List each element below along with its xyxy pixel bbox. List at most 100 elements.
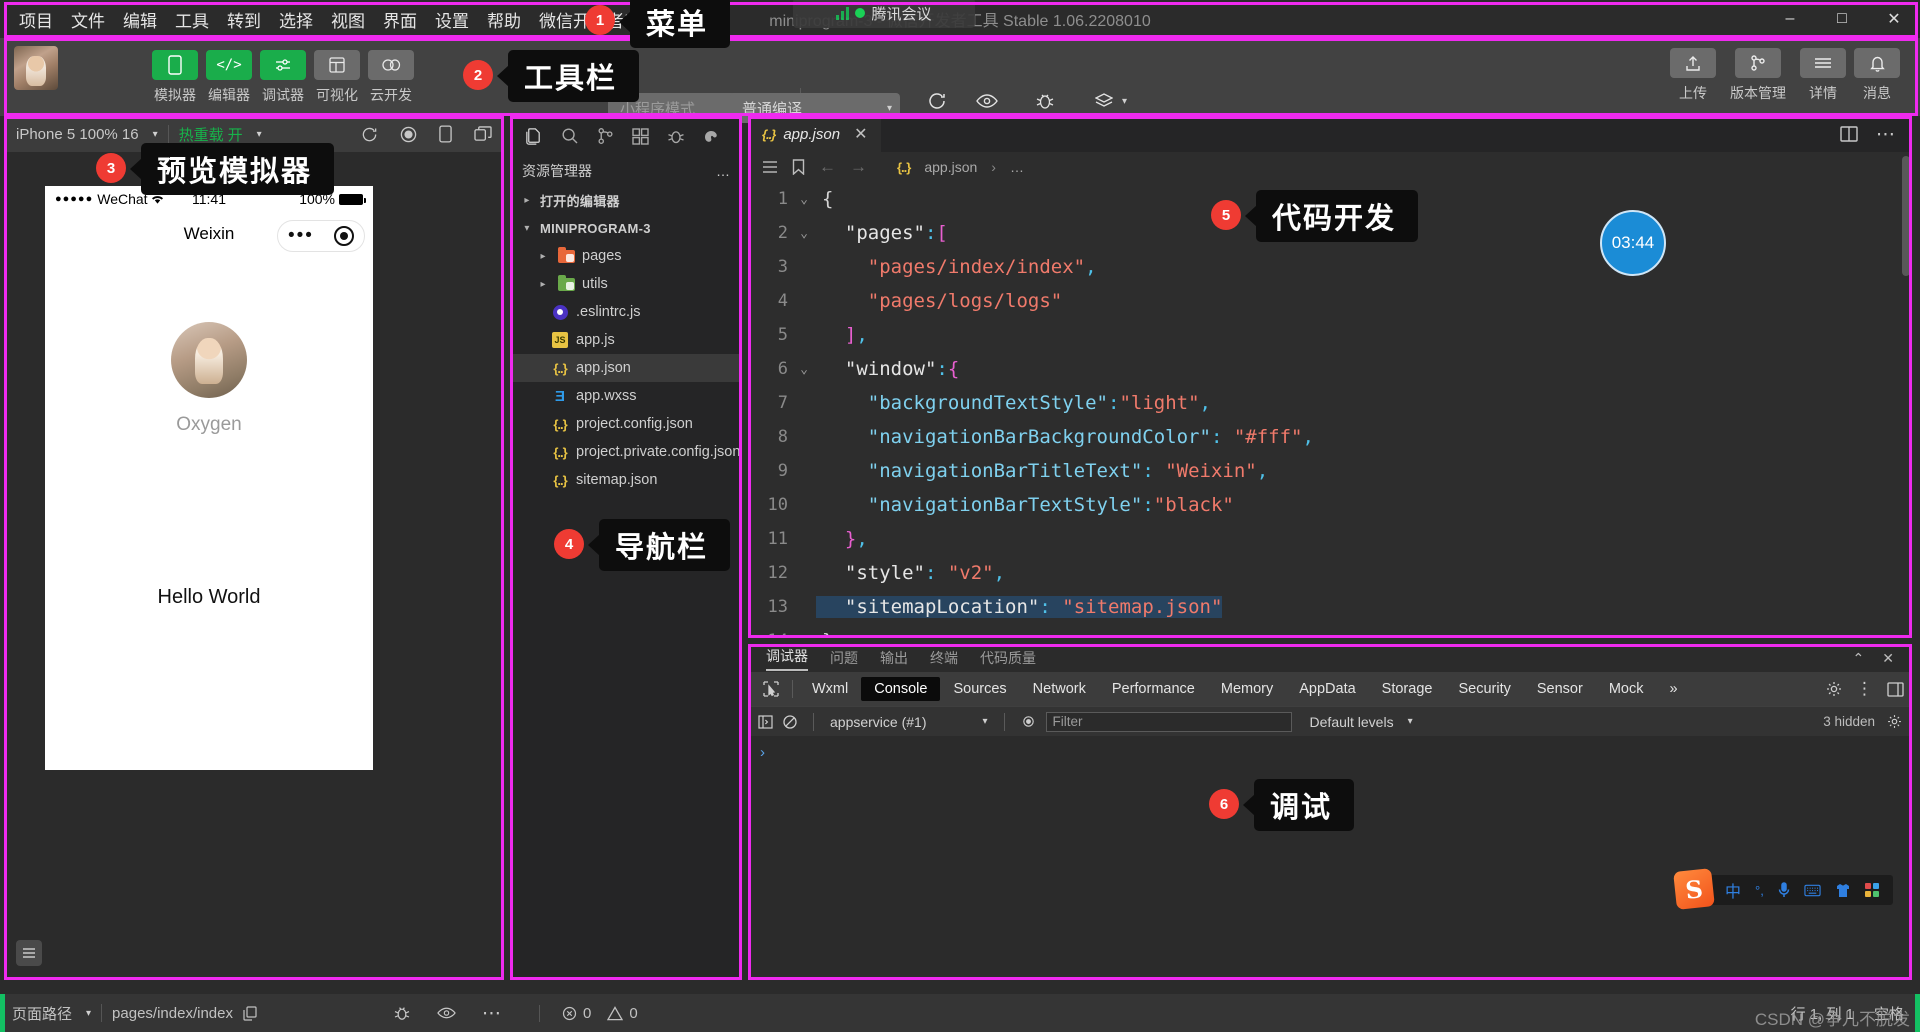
code-line[interactable]: 14} <box>748 624 1912 638</box>
debug-icon[interactable] <box>667 128 685 145</box>
source-control-icon[interactable] <box>597 127 614 145</box>
menu-goto[interactable]: 转到 <box>218 3 270 36</box>
skin-icon[interactable] <box>1835 883 1851 898</box>
devtools-tab-appdata[interactable]: AppData <box>1286 677 1368 701</box>
outline-icon[interactable] <box>762 160 778 174</box>
panel-tab-output[interactable]: 输出 <box>880 648 908 668</box>
mic-icon[interactable] <box>1778 882 1790 898</box>
code-line[interactable]: 11 }, <box>748 522 1912 556</box>
encoding-label[interactable]: 空格 <box>1874 1003 1904 1024</box>
code-line[interactable]: 4 "pages/logs/logs" <box>748 284 1912 318</box>
phone-screen[interactable]: ●●●●● WeChat 11:41 100% Weixin ••• Oxyge… <box>45 186 373 770</box>
devtools-tab-sensor[interactable]: Sensor <box>1524 677 1596 701</box>
hot-reload-toggle[interactable]: 热重载 开 ▾ <box>179 124 262 145</box>
devtools-tab-console[interactable]: Console <box>861 677 941 701</box>
device-select[interactable]: iPhone 5 100% 16 ▾ <box>16 126 158 143</box>
problems-indicator[interactable]: 0 0 <box>538 1004 638 1022</box>
maximize-button[interactable]: □ <box>1816 0 1868 38</box>
panel-tab-quality[interactable]: 代码质量 <box>980 648 1036 668</box>
refresh-icon[interactable] <box>361 126 378 143</box>
devtools-tab-overflow[interactable]: » <box>1656 677 1690 701</box>
clear-console-icon[interactable] <box>783 714 797 729</box>
dock-icon[interactable] <box>1887 681 1904 697</box>
plugin-icon[interactable] <box>703 128 721 145</box>
ime-toolbar[interactable]: S 中 °, <box>1673 868 1893 910</box>
more-icon[interactable]: ⋯ <box>1876 123 1896 146</box>
tree-item-app-js[interactable]: JS app.js <box>510 326 742 354</box>
close-icon[interactable]: ✕ <box>854 124 867 144</box>
sogou-logo-icon[interactable]: S <box>1673 868 1715 910</box>
code-editor[interactable]: 1 ⌄{2 ⌄ "pages":[3 "pages/index/index", 4 "… <box>748 182 1912 638</box>
tree-item-app-wxss[interactable]: Ǝ app.wxss <box>510 382 742 410</box>
eye-icon[interactable] <box>1021 715 1036 728</box>
tree-section-open-editors[interactable]: ▸ 打开的编辑器 <box>510 186 742 214</box>
capsule-buttons[interactable]: ••• <box>277 220 365 252</box>
code-line[interactable]: 6 ⌄ "window":{ <box>748 352 1912 386</box>
code-line[interactable]: 8 "navigationBarBackgroundColor": "#fff"… <box>748 420 1912 454</box>
fold-chevron-icon[interactable]: ⌄ <box>792 192 816 207</box>
devtools-tab-network[interactable]: Network <box>1020 677 1099 701</box>
ime-mode-chinese[interactable]: 中 <box>1725 878 1741 902</box>
toolbar-button-debugger[interactable]: 调试器 <box>260 50 306 105</box>
eye-icon[interactable] <box>437 1006 456 1020</box>
devtools-tab-security[interactable]: Security <box>1445 677 1523 701</box>
code-line[interactable]: 7 "backgroundTextStyle":"light", <box>748 386 1912 420</box>
apps-icon[interactable] <box>1864 883 1881 897</box>
menu-edit[interactable]: 编辑 <box>114 3 166 36</box>
forward-arrow-icon[interactable]: → <box>850 157 867 177</box>
breadcrumb-file[interactable]: app.json <box>924 159 977 175</box>
console-filter-input[interactable]: Filter <box>1045 711 1292 732</box>
toolbar-button-simulator[interactable]: 模拟器 <box>152 50 198 105</box>
avatar[interactable] <box>14 46 58 90</box>
devtools-tab-performance[interactable]: Performance <box>1099 677 1208 701</box>
code-line[interactable]: 10 "navigationBarTextStyle":"black" <box>748 488 1912 522</box>
console-context-select[interactable]: appservice (#1) ▾ <box>830 714 988 730</box>
tree-item-project-config[interactable]: {..} project.config.json <box>510 410 742 438</box>
gear-icon[interactable] <box>1826 681 1842 697</box>
menu-view[interactable]: 视图 <box>322 3 374 36</box>
fold-chevron-icon[interactable]: ⌄ <box>792 362 816 377</box>
bookmark-icon[interactable] <box>792 159 805 175</box>
close-icon[interactable]: ✕ <box>1882 650 1894 667</box>
tree-item-app-json[interactable]: {..} app.json <box>510 354 742 382</box>
page-path-select[interactable]: 页面路径 ▾ <box>12 1003 91 1024</box>
toolbar-button-version[interactable]: 版本管理 <box>1724 48 1792 103</box>
toolbar-button-cloud[interactable]: 云开发 <box>368 50 414 105</box>
device-icon[interactable] <box>439 125 452 143</box>
tencent-meeting-widget[interactable]: 腾讯会议 <box>793 0 975 28</box>
console-levels-select[interactable]: Default levels ▾ <box>1310 714 1413 730</box>
menu-project[interactable]: 项目 <box>10 3 62 36</box>
devtools-tab-wxml[interactable]: Wxml <box>799 677 861 701</box>
code-line[interactable]: 3 "pages/index/index", <box>748 250 1912 284</box>
element-picker-icon[interactable] <box>756 681 786 697</box>
menu-settings[interactable]: 设置 <box>426 3 478 36</box>
more-icon[interactable]: ⋯ <box>482 1002 501 1025</box>
tree-item-eslintrc[interactable]: .eslintrc.js <box>510 298 742 326</box>
back-arrow-icon[interactable]: ← <box>819 157 836 177</box>
breadcrumb-symbol[interactable]: … <box>1010 159 1024 175</box>
code-line[interactable]: 13 "sitemapLocation": "sitemap.json" <box>748 590 1912 624</box>
close-button[interactable]: ✕ <box>1868 0 1920 38</box>
editor-tab-app-json[interactable]: {..} app.json ✕ <box>748 116 882 152</box>
extensions-icon[interactable] <box>632 127 649 145</box>
toolbar-button-messages[interactable]: 消息 <box>1854 48 1900 103</box>
devtools-tab-sources[interactable]: Sources <box>940 677 1019 701</box>
record-icon[interactable] <box>400 126 417 143</box>
tree-item-project-private-config[interactable]: {..} project.private.config.json <box>510 438 742 466</box>
copy-icon[interactable] <box>243 1005 257 1021</box>
code-line[interactable]: 12 "style": "v2", <box>748 556 1912 590</box>
menu-file[interactable]: 文件 <box>62 3 114 36</box>
tree-item-utils[interactable]: ▸ utils <box>510 270 742 298</box>
toolbar-button-editor[interactable]: </> 编辑器 <box>206 50 252 105</box>
bug-icon[interactable] <box>393 1005 411 1022</box>
menu-ui[interactable]: 界面 <box>374 3 426 36</box>
tree-item-pages[interactable]: ▸ pages <box>510 242 742 270</box>
devtools-tab-mock[interactable]: Mock <box>1596 677 1657 701</box>
devtools-tab-memory[interactable]: Memory <box>1208 677 1286 701</box>
search-icon[interactable] <box>561 127 579 145</box>
toolbar-button-upload[interactable]: 上传 <box>1670 48 1716 103</box>
meeting-timer-bubble[interactable]: 03:44 <box>1600 210 1666 276</box>
code-line[interactable]: 9 "navigationBarTitleText": "Weixin", <box>748 454 1912 488</box>
toolbar-button-details[interactable]: 详情 <box>1800 48 1846 103</box>
code-line[interactable]: 5 ], <box>748 318 1912 352</box>
